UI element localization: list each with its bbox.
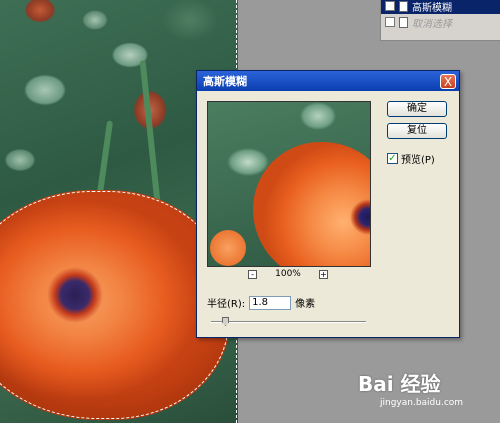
dialog-titlebar[interactable]: 高斯模糊 X <box>197 71 459 91</box>
reset-button[interactable]: 复位 <box>387 123 447 139</box>
baidu-jingyan-watermark: Bai 经验 <box>358 372 441 396</box>
zoom-controls: - 100% + <box>207 269 369 279</box>
radius-row: 半径(R): 像素 <box>207 295 315 310</box>
dialog-title: 高斯模糊 <box>203 75 247 88</box>
watermark-url: jingyan.baidu.com <box>380 398 464 408</box>
radius-input[interactable] <box>249 295 292 310</box>
history-item-gaussian-blur[interactable]: 高斯模糊 <box>381 0 500 14</box>
gaussian-blur-dialog: 高斯模糊 X - 100% + 半径(R): 像素 确定 复位 ✓ 预览(P) <box>196 70 460 338</box>
close-icon[interactable]: X <box>440 73 456 89</box>
preview-checkbox-label: 预览(P) <box>401 155 435 166</box>
preview-checkbox[interactable]: ✓ <box>387 153 398 164</box>
ok-button[interactable]: 确定 <box>387 101 447 117</box>
history-item-deselect[interactable]: 取消选择 <box>381 14 500 30</box>
history-state-icon <box>399 16 408 28</box>
history-snapshot-checkbox[interactable] <box>385 17 395 27</box>
history-snapshot-checkbox[interactable] <box>385 1 395 11</box>
radius-unit: 像素 <box>295 299 316 310</box>
radius-slider-thumb[interactable] <box>222 317 229 326</box>
history-item-label: 高斯模糊 <box>412 2 452 14</box>
preview-flower-small <box>210 230 246 266</box>
zoom-out-button[interactable]: - <box>248 269 258 279</box>
preview-flower <box>253 142 370 266</box>
history-state-icon <box>399 0 408 12</box>
history-panel: 高斯模糊 取消选择 <box>380 0 500 41</box>
zoom-level: 100% <box>275 269 301 279</box>
blur-preview-pane[interactable] <box>207 101 371 267</box>
history-item-label: 取消选择 <box>412 18 452 30</box>
radius-label: 半径(R): <box>207 299 246 310</box>
preview-checkbox-row[interactable]: ✓ 预览(P) <box>387 151 435 166</box>
radius-slider[interactable] <box>211 317 366 326</box>
zoom-in-button[interactable]: + <box>318 269 328 279</box>
